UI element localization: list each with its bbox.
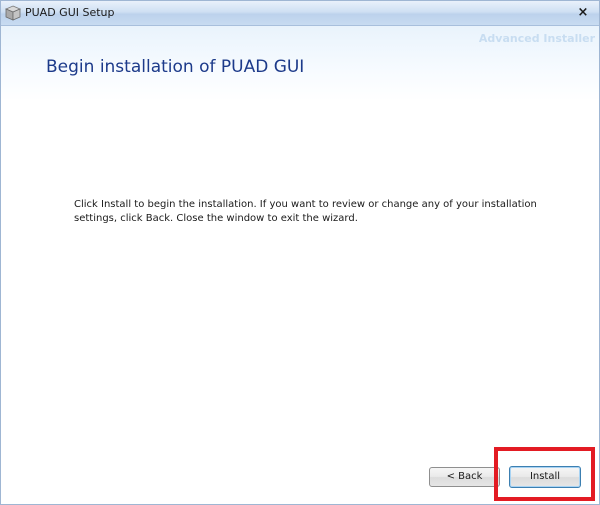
title-bar[interactable]: PUAD GUI Setup × [1,1,599,26]
header-banner: Advanced Installer Begin installation of… [1,26,599,101]
brand-watermark: Advanced Installer [478,32,595,45]
back-button[interactable]: < Back [429,467,500,487]
close-icon: × [577,5,589,20]
close-button[interactable]: × [575,5,591,21]
window-title: PUAD GUI Setup [25,6,115,19]
highlight-annotation [494,447,595,501]
page-title: Begin installation of PUAD GUI [46,57,305,77]
box-icon [5,5,21,21]
installer-window: PUAD GUI Setup × Advanced Installer Begi… [0,0,600,505]
instructions-text: Click Install to begin the installation.… [74,199,537,224]
